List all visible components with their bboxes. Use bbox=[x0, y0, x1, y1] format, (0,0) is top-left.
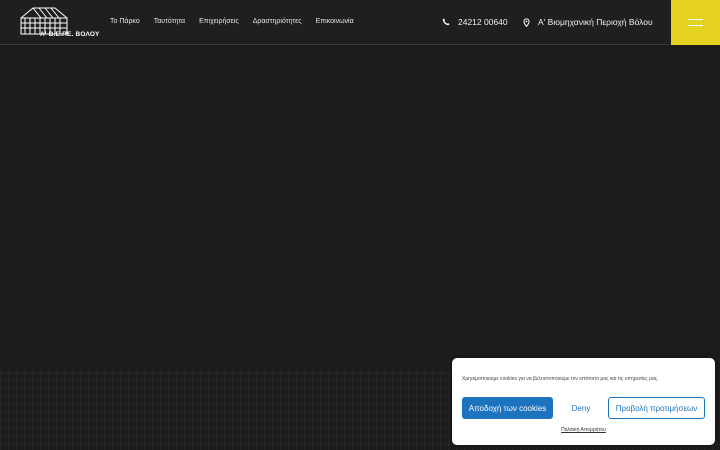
logo-text: Α' Β.Ε.ΠΕ. ΒΟΛΟΥ bbox=[40, 31, 100, 38]
accept-cookies-button[interactable]: Αποδοχή των cookies bbox=[462, 397, 553, 419]
location-link[interactable]: Α' Βιομηχανική Περιοχή Βόλου bbox=[523, 17, 653, 27]
privacy-policy-link[interactable]: Πολιτική Απορρήτου bbox=[452, 427, 715, 433]
phone-link[interactable]: 24212 00640 bbox=[442, 17, 508, 27]
cookie-message: Χρησιμοποιούμε cookies για να βελτιστοπο… bbox=[462, 376, 659, 382]
nav-item-contact[interactable]: Επικοινωνία bbox=[316, 17, 354, 27]
nav-item-businesses[interactable]: Επιχειρήσεις bbox=[199, 17, 239, 27]
cookie-banner: Χρησιμοποιούμε cookies για να βελτιστοπο… bbox=[452, 358, 715, 445]
phone-icon bbox=[442, 18, 450, 26]
view-preferences-button[interactable]: Προβολή προτιμήσεων bbox=[608, 397, 705, 419]
map-pin-icon bbox=[523, 17, 530, 27]
nav-item-activities[interactable]: Δραστηριότητες bbox=[253, 17, 302, 27]
nav-item-park[interactable]: Το Πάρκο bbox=[110, 17, 140, 27]
hamburger-menu-button[interactable] bbox=[671, 0, 720, 45]
hamburger-line bbox=[688, 19, 703, 20]
phone-number: 24212 00640 bbox=[458, 17, 508, 27]
location-text: Α' Βιομηχανική Περιοχή Βόλου bbox=[538, 17, 653, 27]
deny-cookies-button[interactable]: Deny bbox=[557, 397, 605, 419]
hamburger-line bbox=[688, 25, 703, 26]
main-nav: Το Πάρκο Ταυτότητα Επιχειρήσεις Δραστηρι… bbox=[110, 17, 354, 27]
site-header: Α' Β.Ε.ΠΕ. ΒΟΛΟΥ Το Πάρκο Ταυτότητα Επιχ… bbox=[0, 0, 720, 45]
nav-item-identity[interactable]: Ταυτότητα bbox=[154, 17, 185, 27]
